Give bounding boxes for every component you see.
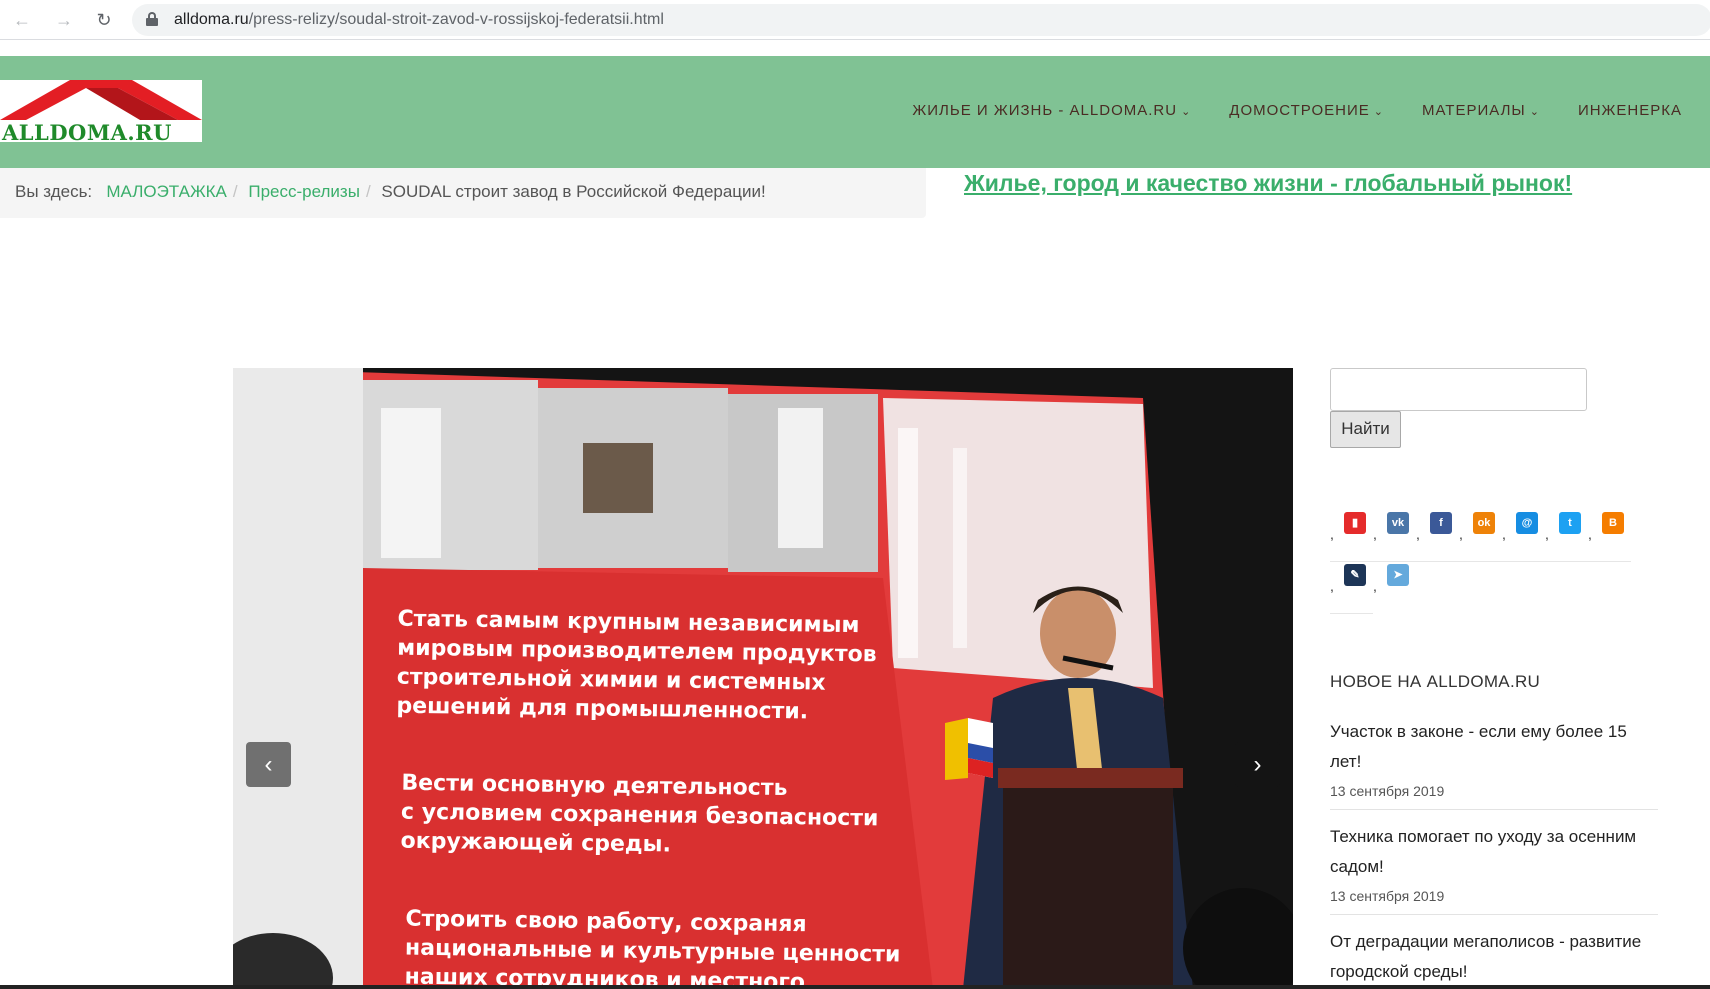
search-button[interactable]: Найти	[1330, 411, 1401, 448]
mailru-icon[interactable]: @	[1516, 512, 1538, 534]
breadcrumb-prefix: Вы здесь:	[15, 182, 93, 201]
divider	[1330, 809, 1658, 810]
livejournal-icon[interactable]: ✎	[1344, 564, 1366, 586]
news-item-title[interactable]: Участок в законе - если ему более 15 лет…	[1330, 717, 1658, 777]
search-input[interactable]	[1330, 368, 1587, 411]
share-item: ,B	[1588, 512, 1631, 562]
breadcrumb-link-maloetazhka[interactable]: МАЛОЭТАЖКА	[106, 182, 227, 201]
slide-text-2: Вести основную деятельность с условием с…	[400, 769, 879, 863]
breadcrumb-separator: /	[232, 182, 238, 201]
share-item: , ▮	[1330, 512, 1373, 562]
url-text[interactable]: alldoma.ru/press-relizy/soudal-stroit-za…	[174, 11, 664, 29]
news-section-title: НОВОЕ НА ALLDOMA.RU	[1330, 672, 1541, 691]
news-item-title[interactable]: Техника помогает по уходу за осенним сад…	[1330, 822, 1658, 882]
slide-text-3: Строить свою работу, сохраняя национальн…	[404, 905, 901, 989]
nav-item-zhilye[interactable]: ЖИЛЬЕ И ЖИЗНЬ - ALLDOMA.RU ⌄	[912, 102, 1191, 119]
back-arrow-icon[interactable]: ←	[10, 8, 34, 32]
breadcrumb-separator: /	[365, 182, 371, 201]
chevron-down-icon: ⌄	[1529, 106, 1540, 118]
share-item: , ✎	[1330, 564, 1373, 614]
divider	[1330, 914, 1658, 915]
nav-item-label: ИНЖЕНЕРКА	[1577, 102, 1682, 119]
chevron-right-icon: ›	[1253, 751, 1262, 778]
twitter-icon[interactable]: t	[1559, 512, 1581, 534]
chevron-left-icon: ‹	[264, 751, 273, 778]
share-item: , ok	[1459, 512, 1502, 562]
share-item: ,t	[1545, 512, 1588, 562]
bookmark-icon[interactable]: ▮	[1344, 512, 1366, 534]
url-path: /press-relizy/soudal-stroit-zavod-v-ross…	[248, 11, 664, 28]
news-item-date: 13 сентября 2019	[1330, 888, 1445, 904]
odnoklassniki-icon[interactable]: ok	[1473, 512, 1495, 534]
telegram-icon[interactable]: ➤	[1387, 564, 1409, 586]
nav-item-label: ЖИЛЬЕ И ЖИЗНЬ - ALLDOMA.RU	[912, 102, 1178, 119]
slider-next-button[interactable]: ›	[1235, 742, 1280, 787]
nav-item-label: МАТЕРИАЛЫ	[1421, 102, 1526, 119]
news-item: От деградации мегаполисов - развитие гор…	[1330, 927, 1658, 987]
image-slider: Стать самым крупным независимым мировым …	[233, 368, 1293, 989]
nav-item-materialy[interactable]: МАТЕРИАЛЫ ⌄	[1422, 102, 1540, 119]
nav-item-domostroenie[interactable]: ДОМОСТРОЕНИЕ ⌄	[1229, 102, 1384, 119]
breadcrumb-current: SOUDAL строит завод в Российской Федерац…	[381, 182, 766, 201]
share-row: , ✎ , ➤	[1330, 564, 1416, 614]
share-item: ,f	[1416, 512, 1459, 562]
nav-item-inzhenerka[interactable]: ИНЖЕНЕРКА	[1578, 102, 1682, 119]
facebook-icon[interactable]: f	[1430, 512, 1452, 534]
slide-text-3-content: Строить свою работу, сохраняя национальн…	[404, 906, 901, 989]
vk-icon[interactable]: vk	[1387, 512, 1409, 534]
share-row: , ▮ , vk ,f , ok , @ ,t ,B	[1330, 512, 1631, 562]
slide-text-1-content: Стать самым крупным независимым мировым …	[396, 606, 877, 725]
slider-prev-button[interactable]: ‹	[246, 742, 291, 787]
breadcrumb: Вы здесь: МАЛОЭТАЖКА / Пресс-релизы / SOUD…	[0, 168, 926, 218]
news-item-date: 13 сентября 2019	[1330, 783, 1445, 799]
news-item: Участок в законе - если ему более 15 лет…	[1330, 717, 1658, 810]
breadcrumb-link-press-releases[interactable]: Пресс-релизы	[248, 182, 360, 201]
slide-text-2-content: Вести основную деятельность с условием с…	[400, 770, 879, 858]
url-host: alldoma.ru	[174, 11, 249, 28]
share-item: , vk	[1373, 512, 1416, 562]
news-item: Техника помогает по уходу за осенним сад…	[1330, 822, 1658, 915]
chevron-down-icon: ⌄	[1373, 106, 1384, 118]
chevron-down-icon: ⌄	[1181, 106, 1192, 118]
address-bar[interactable]: alldoma.ru/press-relizy/soudal-stroit-za…	[132, 4, 1710, 36]
promo-link[interactable]: Жилье, город и качество жизни - глобальн…	[964, 170, 1572, 197]
browser-toolbar: ← → ↻ alldoma.ru/press-relizy/soudal-str…	[0, 0, 1710, 40]
lock-icon	[146, 12, 158, 26]
forward-arrow-icon[interactable]: →	[52, 8, 76, 32]
share-item: , @	[1502, 512, 1545, 562]
logo-text: ALLDOMA.RU	[2, 120, 172, 142]
main-nav: ЖИЛЬЕ И ЖИЗНЬ - ALLDOMA.RU ⌄ ДОМОСТРОЕНИЕ…	[874, 102, 1682, 119]
blogger-icon[interactable]: B	[1602, 512, 1624, 534]
reload-icon[interactable]: ↻	[92, 8, 116, 32]
site-logo[interactable]: ALLDOMA.RU	[0, 80, 202, 142]
share-item: , ➤	[1373, 564, 1416, 614]
news-item-title[interactable]: От деградации мегаполисов - развитие гор…	[1330, 927, 1658, 987]
bottom-edge	[0, 985, 1710, 989]
site-header: ALLDOMA.RU ЖИЛЬЕ И ЖИЗНЬ - ALLDOMA.RU ⌄ Д…	[0, 56, 1710, 168]
slide-text-1: Стать самым крупным независимым мировым …	[396, 605, 877, 728]
nav-item-label: ДОМОСТРОЕНИЕ	[1229, 102, 1370, 119]
